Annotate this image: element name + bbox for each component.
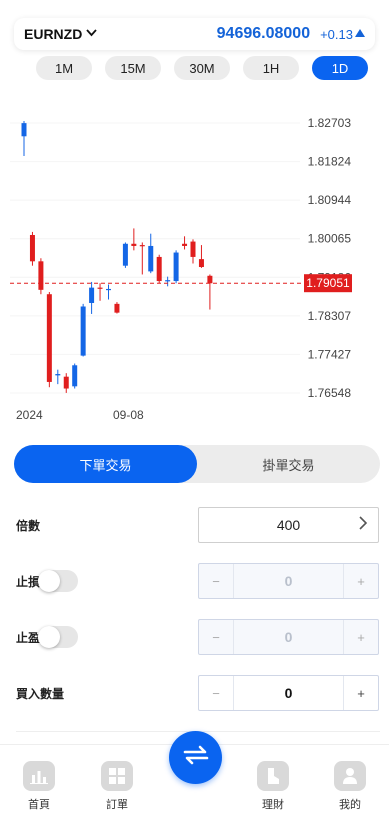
stop-loss-decrease-button[interactable]: − (199, 564, 233, 598)
candle-body (106, 288, 111, 291)
take-profit-increase-button[interactable]: + (344, 620, 378, 654)
candle-body (55, 374, 61, 376)
nav-wealth[interactable]: 理財 (248, 761, 298, 812)
candle-body (165, 280, 171, 282)
candle-body (198, 259, 204, 268)
order-type-tabs: 下單交易 掛單交易 (14, 445, 380, 483)
candlestick-chart[interactable]: 1.827031.818241.809441.800651.791861.783… (0, 92, 389, 432)
tab-pending-order[interactable]: 掛單交易 (197, 445, 380, 483)
nav-profile-label: 我的 (339, 799, 361, 811)
nav-orders-label: 訂單 (106, 799, 128, 811)
quantity-increase-button[interactable]: + (344, 676, 378, 710)
quantity-decrease-button[interactable]: − (199, 676, 233, 710)
user-icon (334, 761, 366, 791)
trade-fab-button[interactable] (169, 731, 222, 784)
chevron-right-icon (359, 515, 368, 535)
candle-body (21, 123, 27, 137)
y-tick-label: 1.77427 (308, 347, 352, 361)
take-profit-decrease-button[interactable]: − (199, 620, 233, 654)
current-price-tag-label: 1.79051 (306, 276, 350, 290)
y-tick-label: 1.80065 (308, 232, 352, 246)
candle-body (156, 256, 162, 282)
candle-body (114, 303, 120, 313)
swap-arrows-icon (183, 745, 209, 770)
x-tick-label: 09-08 (113, 408, 144, 422)
candle-body (122, 243, 128, 266)
y-tick-label: 1.82703 (308, 116, 352, 130)
chevron-down-icon (86, 28, 98, 40)
period-1h[interactable]: 1H (243, 56, 299, 80)
symbol-selector[interactable]: EURNZD (24, 26, 98, 42)
candle-body (46, 294, 52, 382)
y-tick-label: 1.80944 (308, 193, 352, 207)
nav-profile[interactable]: 我的 (325, 761, 375, 812)
candle-body (139, 245, 145, 247)
nav-orders[interactable]: 訂單 (92, 761, 142, 812)
stop-loss-increase-button[interactable]: + (344, 564, 378, 598)
ticker-bar: EURNZD 94696.08000 +0.13 (14, 18, 375, 50)
leverage-value: 400 (276, 517, 301, 533)
tab-market-order[interactable]: 下單交易 (14, 445, 197, 483)
period-15m[interactable]: 15M (105, 56, 161, 80)
period-30m[interactable]: 30M (174, 56, 230, 80)
price-change-value: +0.13 (320, 26, 353, 42)
period-1d[interactable]: 1D (312, 56, 368, 80)
wallet-icon (257, 761, 289, 791)
candle-body (63, 376, 69, 389)
take-profit-toggle[interactable] (38, 626, 79, 648)
candle-body (173, 252, 179, 282)
price-change: +0.13 (320, 27, 365, 42)
grid-icon (101, 761, 133, 791)
take-profit-stepper: − 0 + (198, 619, 379, 655)
candle-body (182, 243, 188, 246)
quantity-input[interactable]: 0 (233, 676, 344, 710)
candle-body (29, 234, 35, 262)
candle-body (80, 306, 86, 356)
symbol-label: EURNZD (24, 26, 83, 42)
candle-body (131, 243, 137, 246)
take-profit-label: 止盈 (16, 630, 41, 645)
period-selector: 1M 15M 30M 1H 1D (36, 56, 368, 80)
stop-loss-toggle[interactable] (38, 570, 79, 592)
candle-body (97, 287, 103, 289)
nav-home[interactable]: 首頁 (14, 761, 64, 812)
candle-body (207, 275, 213, 284)
triangle-up-icon (355, 28, 365, 40)
take-profit-input[interactable]: 0 (233, 620, 344, 654)
stop-loss-input[interactable]: 0 (233, 564, 344, 598)
leverage-selector[interactable]: 400 (198, 507, 379, 543)
nav-home-label: 首頁 (28, 799, 50, 811)
candle-body (38, 261, 44, 290)
candle-body (72, 365, 78, 387)
candle-body (89, 287, 95, 303)
quantity-stepper: − 0 + (198, 675, 379, 711)
current-price: 94696.08000 (216, 25, 311, 42)
y-tick-label: 1.78307 (308, 309, 352, 323)
candle-body (190, 241, 196, 257)
candle-body (148, 245, 154, 272)
stop-loss-stepper: − 0 + (198, 563, 379, 599)
period-1m[interactable]: 1M (36, 56, 92, 80)
chart-icon (23, 761, 55, 791)
y-tick-label: 1.76548 (308, 386, 352, 400)
leverage-label: 倍數 (16, 518, 41, 533)
stop-loss-label: 止損 (16, 574, 41, 589)
x-tick-label: 2024 (16, 408, 43, 422)
quantity-label: 買入數量 (16, 686, 65, 701)
nav-wealth-label: 理財 (262, 799, 284, 811)
y-tick-label: 1.81824 (308, 155, 352, 169)
